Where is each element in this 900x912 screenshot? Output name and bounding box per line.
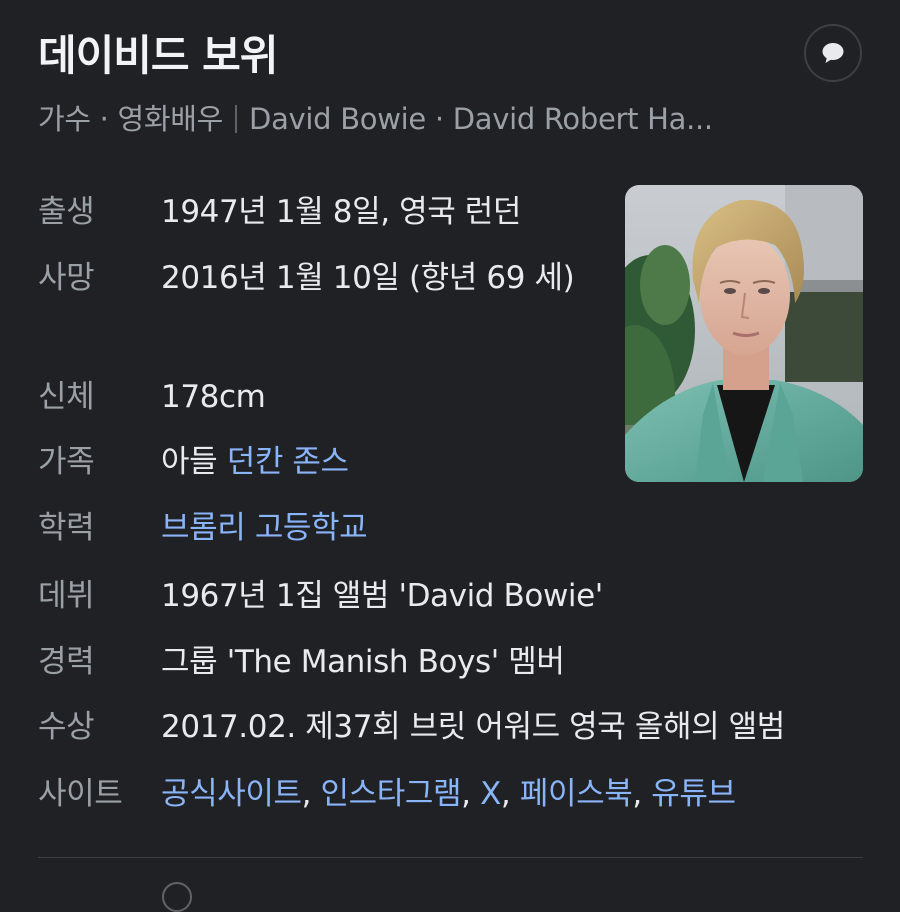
portrait-photo[interactable] <box>625 185 863 482</box>
fact-value: 공식사이트, 인스타그램, X, 페이스북, 유튜브 <box>161 768 736 820</box>
site-link-youtube[interactable]: 유튜브 <box>651 776 736 812</box>
site-link-official[interactable]: 공식사이트 <box>161 776 302 812</box>
knowledge-panel: 데이비드 보위 가수 · 영화배우 David Bowie · David Rob… <box>0 0 900 912</box>
site-separator: , <box>461 776 481 812</box>
site-link-x[interactable]: X <box>480 776 501 812</box>
site-separator: , <box>301 776 321 812</box>
fact-label: 출생 <box>38 194 95 230</box>
site-link-instagram[interactable]: 인스타그램 <box>321 776 462 812</box>
fact-value: 1967년 1집 앨범 'David Bowie' <box>161 578 603 614</box>
family-link[interactable]: 던칸 존스 <box>227 444 349 480</box>
portrait-image <box>625 185 863 482</box>
site-separator: , <box>500 776 520 812</box>
family-relation: 아들 <box>161 444 218 480</box>
fact-value: 2017.02. 제37회 브릿 어워드 영국 올해의 앨범 <box>161 709 785 745</box>
page-title: 데이비드 보위 <box>38 31 278 80</box>
subtitle-names: David Bowie · David Robert Ha... <box>249 102 713 136</box>
fact-label: 데뷔 <box>38 578 95 614</box>
fact-value: 178cm <box>161 379 266 415</box>
fact-value: 1947년 1월 8일, 영국 런던 <box>161 194 522 230</box>
site-link-facebook[interactable]: 페이스북 <box>520 776 633 812</box>
subtitle-roles: 가수 · 영화배우 <box>38 102 224 136</box>
site-separator: , <box>632 776 652 812</box>
section-divider <box>38 857 863 858</box>
fact-label: 사망 <box>38 260 95 296</box>
fact-value: 브롬리 고등학교 <box>161 502 368 554</box>
subtitle-divider <box>235 105 238 133</box>
fact-value: 그룹 'The Manish Boys' 멤버 <box>161 644 565 680</box>
fact-label: 신체 <box>38 379 95 415</box>
fact-label: 가족 <box>38 444 95 480</box>
education-link[interactable]: 브롬리 고등학교 <box>161 510 368 546</box>
fact-label: 사이트 <box>38 776 123 812</box>
fact-value: 아들 던칸 존스 <box>161 436 349 488</box>
fact-label: 수상 <box>38 709 95 745</box>
next-section-icon <box>162 882 192 912</box>
fact-value: 2016년 1월 10일 (향년 69 세) <box>161 260 575 296</box>
chat-bubble-icon <box>822 43 844 63</box>
fact-label: 학력 <box>38 510 95 546</box>
fact-label: 경력 <box>38 644 95 680</box>
subtitle: 가수 · 영화배우 David Bowie · David Robert Ha..… <box>38 96 713 138</box>
feedback-button[interactable] <box>804 24 862 82</box>
